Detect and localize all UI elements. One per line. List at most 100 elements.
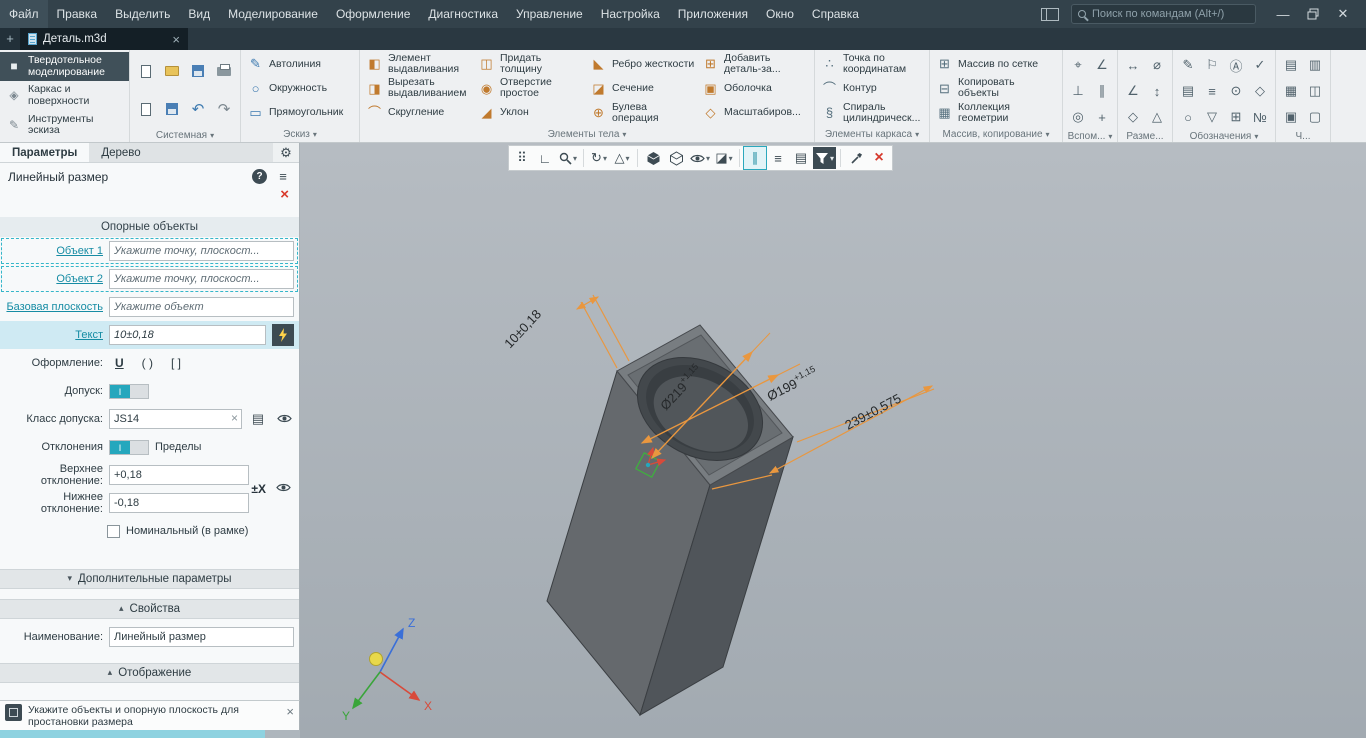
tolerance-toggle[interactable]: I: [109, 383, 149, 399]
status-close-icon[interactable]: ×: [286, 704, 294, 727]
ribbon-nav-surfaces[interactable]: ◈ Каркас и поверхности: [0, 81, 129, 110]
close-button[interactable]: ✕: [1328, 0, 1358, 28]
ribbon-icon-button[interactable]: ◇: [1248, 78, 1272, 104]
redo-button[interactable]: ↷: [211, 90, 237, 128]
ribbon-tool-button[interactable]: ⊞ Добавить деталь-за...: [699, 52, 811, 76]
group-caption-notes[interactable]: Обозначения ▾: [1173, 132, 1275, 142]
underline-style-button[interactable]: U: [109, 356, 130, 370]
group-caption-sketch[interactable]: Эскиз ▾: [241, 127, 359, 142]
ribbon-tool-button[interactable]: ✎ Автолиния: [244, 52, 356, 76]
panel-settings-gear-icon[interactable]: ⚙: [273, 143, 299, 162]
ribbon-tool-button[interactable]: ◉ Отверстие простое: [475, 76, 587, 100]
document-tab[interactable]: Деталь.m3d ×: [20, 28, 188, 50]
symmetric-deviation-icon[interactable]: ±X: [251, 482, 266, 496]
ribbon-icon-button[interactable]: △: [1145, 104, 1169, 130]
group-caption-body[interactable]: Элементы тела ▾: [360, 127, 814, 142]
open-document-button[interactable]: [159, 52, 185, 90]
tab-parameters[interactable]: Параметры: [0, 143, 90, 162]
wireframe-display-button[interactable]: [665, 147, 687, 169]
ribbon-nav-solid-modeling[interactable]: ■ Твердотельное моделирование: [0, 52, 129, 82]
normal-to-button[interactable]: △ ▾: [611, 147, 633, 169]
ribbon-tool-button[interactable]: ⊟ Копировать объекты: [933, 76, 1059, 100]
ribbon-icon-button[interactable]: ▤: [1279, 52, 1303, 78]
visibility-button[interactable]: ▾: [688, 147, 712, 169]
tree-structure-icon[interactable]: ≡: [275, 169, 291, 184]
upper-deviation-input[interactable]: [109, 465, 249, 485]
print-button[interactable]: [211, 52, 237, 90]
command-search[interactable]: [1071, 4, 1256, 24]
ribbon-icon-button[interactable]: ⊞: [1224, 104, 1248, 130]
ribbon-tool-button[interactable]: ▦ Коллекция геометрии: [933, 101, 1059, 125]
menu-item[interactable]: Моделирование: [219, 0, 327, 28]
ribbon-tool-button[interactable]: ○ Окружность: [244, 76, 356, 100]
menu-item[interactable]: Правка: [48, 0, 107, 28]
menu-item[interactable]: Справка: [803, 0, 868, 28]
eyedropper-button[interactable]: [845, 147, 867, 169]
new-document-button[interactable]: [133, 52, 159, 90]
ribbon-tool-button[interactable]: ∴ Точка по координатам: [818, 52, 926, 76]
minimize-button[interactable]: —: [1268, 0, 1298, 28]
ribbon-icon-button[interactable]: ⊥: [1066, 78, 1090, 104]
section-display[interactable]: ▴ Отображение: [0, 663, 299, 683]
auto-text-button[interactable]: [272, 324, 294, 346]
ribbon-icon-button[interactable]: ◫: [1303, 78, 1327, 104]
undo-button[interactable]: ↶: [185, 90, 211, 128]
ribbon-icon-button[interactable]: Ⓐ: [1224, 52, 1248, 78]
menu-item[interactable]: Файл: [0, 0, 48, 28]
section-view-button[interactable]: ◪ ▾: [713, 147, 735, 169]
base-plane-input[interactable]: [109, 297, 294, 317]
model-body[interactable]: [546, 324, 794, 717]
tolerance-visibility-icon[interactable]: [274, 412, 294, 427]
ribbon-icon-button[interactable]: ▣: [1279, 104, 1303, 130]
ribbon-tool-button[interactable]: ▣ Оболочка: [699, 76, 811, 100]
snap-mode-button[interactable]: ∥: [743, 146, 768, 170]
ribbon-icon-button[interactable]: ◎: [1066, 104, 1090, 130]
group-caption-array[interactable]: Массив, копирование ▾: [930, 127, 1062, 142]
tolerance-class-input[interactable]: [109, 409, 242, 429]
panels-layout-icon[interactable]: [1041, 7, 1059, 21]
base-plane-link[interactable]: Базовая плоскость: [6, 301, 103, 313]
ribbon-icon-button[interactable]: ∠: [1121, 78, 1145, 104]
ribbon-icon-button[interactable]: ∥: [1090, 78, 1114, 104]
ribbon-icon-button[interactable]: ↕: [1145, 78, 1169, 104]
tolerance-table-icon[interactable]: ▤: [248, 411, 268, 427]
ribbon-icon-button[interactable]: ↔: [1121, 52, 1145, 78]
ribbon-tool-button[interactable]: § Спираль цилиндрическ...: [818, 101, 926, 125]
section-properties[interactable]: ▴ Свойства: [0, 599, 299, 619]
ribbon-icon-button[interactable]: ∠: [1090, 52, 1114, 78]
object1-input[interactable]: [109, 241, 294, 261]
search-input[interactable]: [1092, 8, 1249, 20]
menu-item[interactable]: Вид: [179, 0, 219, 28]
ribbon-tool-button[interactable]: ⌒ Скругление: [363, 101, 475, 125]
dimension-text-input[interactable]: [109, 325, 266, 345]
preview-button[interactable]: [133, 90, 159, 128]
ribbon-tool-button[interactable]: ◨ Вырезать выдавливанием: [363, 76, 475, 100]
model-scene[interactable]: Ø219+1,15 Ø199+1,15 10±0,18 239±0,575 Z …: [300, 143, 1366, 738]
clear-icon[interactable]: ×: [231, 411, 238, 425]
ribbon-icon-button[interactable]: ⊙: [1224, 78, 1248, 104]
ribbon-tool-button[interactable]: ◧ Элемент выдавливания: [363, 52, 475, 76]
ribbon-icon-button[interactable]: ≡: [1200, 78, 1224, 104]
text-link[interactable]: Текст: [75, 329, 103, 341]
menu-item[interactable]: Выделить: [106, 0, 179, 28]
tab-tree[interactable]: Дерево: [89, 143, 152, 162]
ribbon-icon-button[interactable]: ✎: [1176, 52, 1200, 78]
orientation-button[interactable]: ↻ ▾: [588, 147, 610, 169]
ribbon-icon-button[interactable]: ⚐: [1200, 52, 1224, 78]
ribbon-tool-button[interactable]: ◪ Сечение: [587, 76, 699, 100]
group-caption-system[interactable]: Системная ▾: [130, 130, 240, 142]
object1-link[interactable]: Объект 1: [56, 245, 103, 257]
local-csys-button[interactable]: ∟: [534, 147, 556, 169]
lower-deviation-input[interactable]: [109, 493, 249, 513]
zoom-tool-button[interactable]: ▾: [557, 147, 579, 169]
parentheses-style-button[interactable]: ( ): [136, 356, 159, 370]
help-icon[interactable]: ?: [252, 169, 267, 184]
ribbon-icon-button[interactable]: ▥: [1303, 52, 1327, 78]
dimension-wall-10[interactable]: 10±0,18: [501, 294, 630, 369]
ribbon-tool-button[interactable]: ◢ Уклон: [475, 101, 587, 125]
menu-item[interactable]: Управление: [507, 0, 592, 28]
section-more-parameters[interactable]: ▾ Дополнительные параметры: [0, 569, 299, 589]
ribbon-icon-button[interactable]: ▤: [1176, 78, 1200, 104]
deviations-toggle[interactable]: I: [109, 439, 149, 455]
filter-button[interactable]: ▾: [813, 147, 837, 169]
